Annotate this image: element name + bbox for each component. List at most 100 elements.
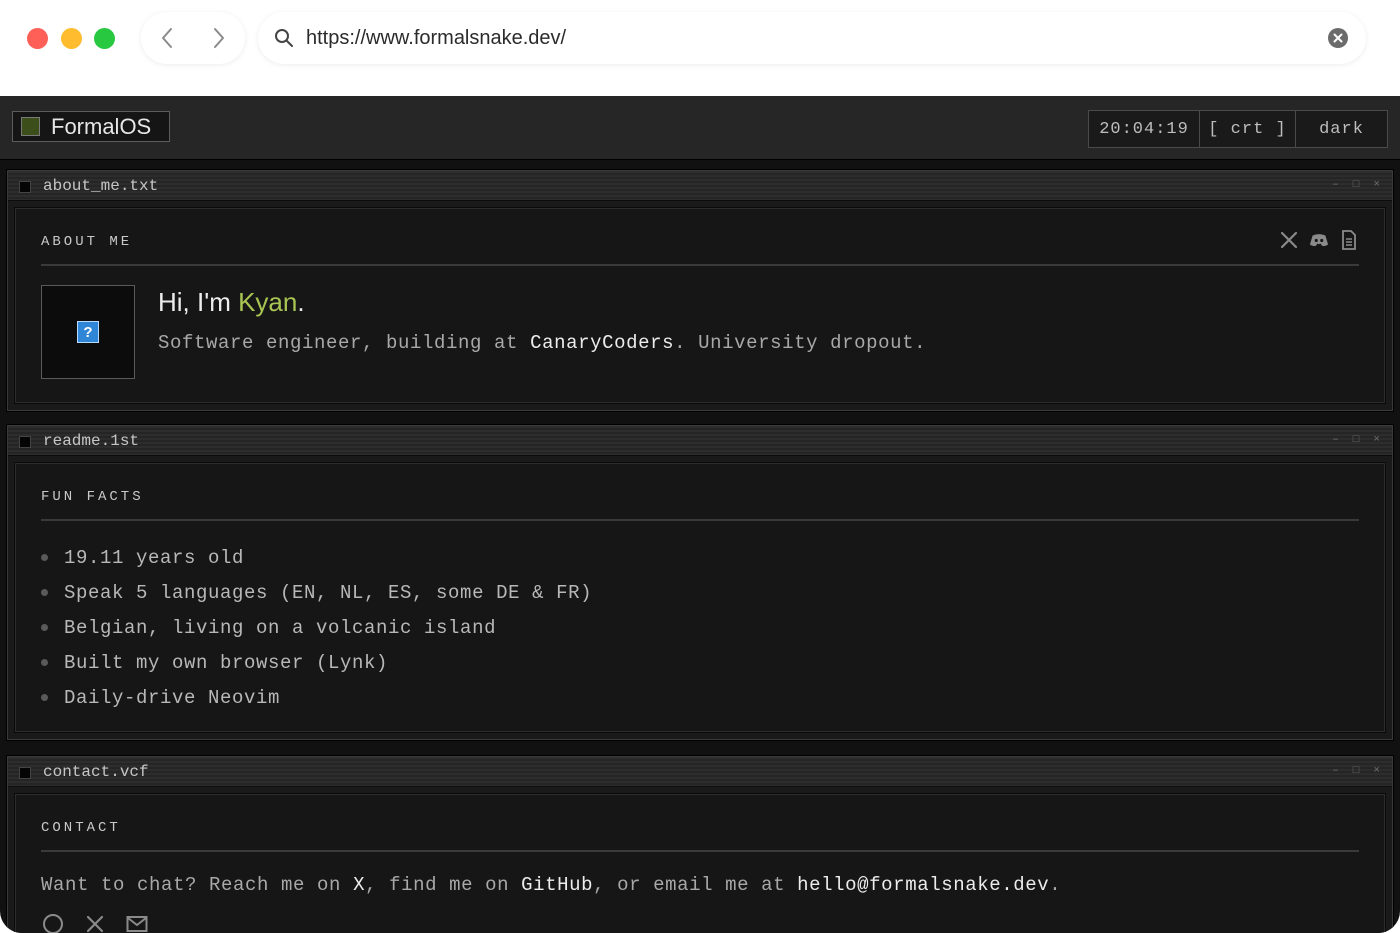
- list-item: Built my own browser (Lynk): [41, 645, 592, 680]
- discord-link[interactable]: [1309, 230, 1329, 250]
- close-window-button[interactable]: [27, 28, 48, 49]
- window-icon: [19, 767, 31, 779]
- brand-logo-icon: [21, 117, 40, 136]
- github-link[interactable]: [41, 912, 65, 933]
- bio: Software engineer, building at CanaryCod…: [158, 332, 926, 354]
- fact-text: Built my own browser (Lynk): [64, 651, 389, 674]
- window-content: FUN FACTS 19.11 years old Speak 5 langua…: [14, 462, 1386, 733]
- window-title: about_me.txt: [43, 177, 159, 195]
- address-bar[interactable]: https://www.formalsnake.dev/: [258, 12, 1366, 64]
- section-divider: [41, 850, 1359, 852]
- list-item: Speak 5 languages (EN, NL, ES, some DE &…: [41, 575, 592, 610]
- social-links: [1279, 230, 1359, 250]
- mail-icon: [126, 916, 148, 932]
- fact-text: 19.11 years old: [64, 546, 245, 569]
- section-heading: ABOUT ME: [41, 234, 133, 250]
- crt-toggle-button[interactable]: [ crt ]: [1199, 111, 1295, 147]
- fun-facts-list: 19.11 years old Speak 5 languages (EN, N…: [41, 540, 592, 715]
- clear-url-icon[interactable]: [1328, 28, 1348, 48]
- bullet-icon: [41, 659, 48, 666]
- close-button[interactable]: ×: [1373, 179, 1380, 191]
- forward-button[interactable]: [207, 26, 231, 50]
- window-titlebar[interactable]: contact.vcf – □ ×: [8, 757, 1392, 787]
- name-highlight: Kyan: [238, 287, 298, 317]
- x-icon: [1280, 231, 1298, 249]
- github-icon: [43, 914, 63, 933]
- window-controls: – □ ×: [1332, 434, 1380, 446]
- minimize-button[interactable]: –: [1332, 765, 1339, 777]
- chevron-left-icon: [162, 28, 172, 48]
- bio-suffix: . University dropout.: [674, 332, 927, 354]
- greeting: Hi, I'm Kyan.: [158, 287, 305, 318]
- window-icon: [19, 436, 31, 448]
- bullet-icon: [41, 694, 48, 701]
- contact-text-part: Want to chat? Reach me on: [41, 874, 354, 896]
- x-link[interactable]: [1279, 230, 1299, 250]
- list-item: Belgian, living on a volcanic island: [41, 610, 592, 645]
- close-button[interactable]: ×: [1373, 434, 1380, 446]
- back-button[interactable]: [155, 26, 179, 50]
- window-title: contact.vcf: [43, 763, 149, 781]
- x-icon: [86, 915, 104, 933]
- contact-social-links: [41, 912, 149, 933]
- github-text-link[interactable]: GitHub: [521, 874, 593, 896]
- contact-text-part: .: [1049, 874, 1062, 896]
- list-item: Daily-drive Neovim: [41, 680, 592, 715]
- avatar: ?: [41, 285, 135, 379]
- status-bar: 20:04:19 [ crt ] dark: [1088, 110, 1388, 148]
- missing-image-icon: ?: [77, 321, 99, 343]
- company-link[interactable]: CanaryCoders: [530, 332, 674, 354]
- window-controls: – □ ×: [1332, 765, 1380, 777]
- contact-text: Want to chat? Reach me on X, find me on …: [41, 874, 1061, 896]
- window-titlebar[interactable]: readme.1st – □ ×: [8, 426, 1392, 456]
- window-title: readme.1st: [43, 432, 140, 450]
- window-icon: [19, 181, 31, 193]
- maximize-button[interactable]: □: [1353, 434, 1360, 446]
- minimize-button[interactable]: –: [1332, 179, 1339, 191]
- section-heading: CONTACT: [41, 820, 121, 836]
- search-icon: [275, 29, 293, 47]
- window-controls: – □ ×: [1332, 179, 1380, 191]
- section-divider: [41, 519, 1359, 521]
- email-icon-link[interactable]: [125, 912, 149, 933]
- fact-text: Speak 5 languages (EN, NL, ES, some DE &…: [64, 581, 593, 604]
- zoom-window-button[interactable]: [94, 28, 115, 49]
- window-about-me: about_me.txt – □ × ABOUT ME ? Hi, I'm Ky…: [7, 170, 1393, 411]
- x-link[interactable]: [83, 912, 107, 933]
- chevron-right-icon: [214, 28, 224, 48]
- minimize-window-button[interactable]: [61, 28, 82, 49]
- contact-text-part: , or email me at: [593, 874, 798, 896]
- brand-name: FormalOS: [51, 113, 152, 139]
- brand-button[interactable]: FormalOS: [12, 111, 170, 142]
- section-divider: [41, 264, 1359, 266]
- window-titlebar[interactable]: about_me.txt – □ ×: [8, 171, 1392, 201]
- window-contact: contact.vcf – □ × CONTACT Want to chat? …: [7, 756, 1393, 933]
- greeting-prefix: Hi, I'm: [158, 287, 239, 317]
- contact-text-part: , find me on: [365, 874, 522, 896]
- greeting-suffix: .: [297, 287, 305, 317]
- url-text[interactable]: https://www.formalsnake.dev/: [306, 27, 566, 50]
- page-viewport: FormalOS 20:04:19 [ crt ] dark about_me.…: [0, 96, 1400, 933]
- email-link[interactable]: hello@formalsnake.dev: [797, 874, 1049, 896]
- resume-link[interactable]: [1339, 230, 1359, 250]
- os-topbar: FormalOS 20:04:19 [ crt ] dark: [0, 96, 1400, 160]
- x-text-link[interactable]: X: [353, 874, 365, 896]
- section-heading: FUN FACTS: [41, 489, 144, 505]
- fact-text: Belgian, living on a volcanic island: [64, 616, 497, 639]
- close-button[interactable]: ×: [1373, 765, 1380, 777]
- history-nav: [141, 12, 245, 64]
- theme-toggle-button[interactable]: dark: [1295, 111, 1387, 147]
- bullet-icon: [41, 624, 48, 631]
- maximize-button[interactable]: □: [1353, 765, 1360, 777]
- discord-icon: [1309, 234, 1329, 247]
- browser-chrome: https://www.formalsnake.dev/: [0, 0, 1400, 96]
- list-item: 19.11 years old: [41, 540, 592, 575]
- clock: 20:04:19: [1089, 111, 1199, 147]
- bullet-icon: [41, 554, 48, 561]
- bullet-icon: [41, 589, 48, 596]
- maximize-button[interactable]: □: [1353, 179, 1360, 191]
- window-readme: readme.1st – □ × FUN FACTS 19.11 years o…: [7, 425, 1393, 740]
- minimize-button[interactable]: –: [1332, 434, 1339, 446]
- window-content: ABOUT ME ? Hi, I'm Kyan. Software engine…: [14, 207, 1386, 404]
- fact-text: Daily-drive Neovim: [64, 686, 281, 709]
